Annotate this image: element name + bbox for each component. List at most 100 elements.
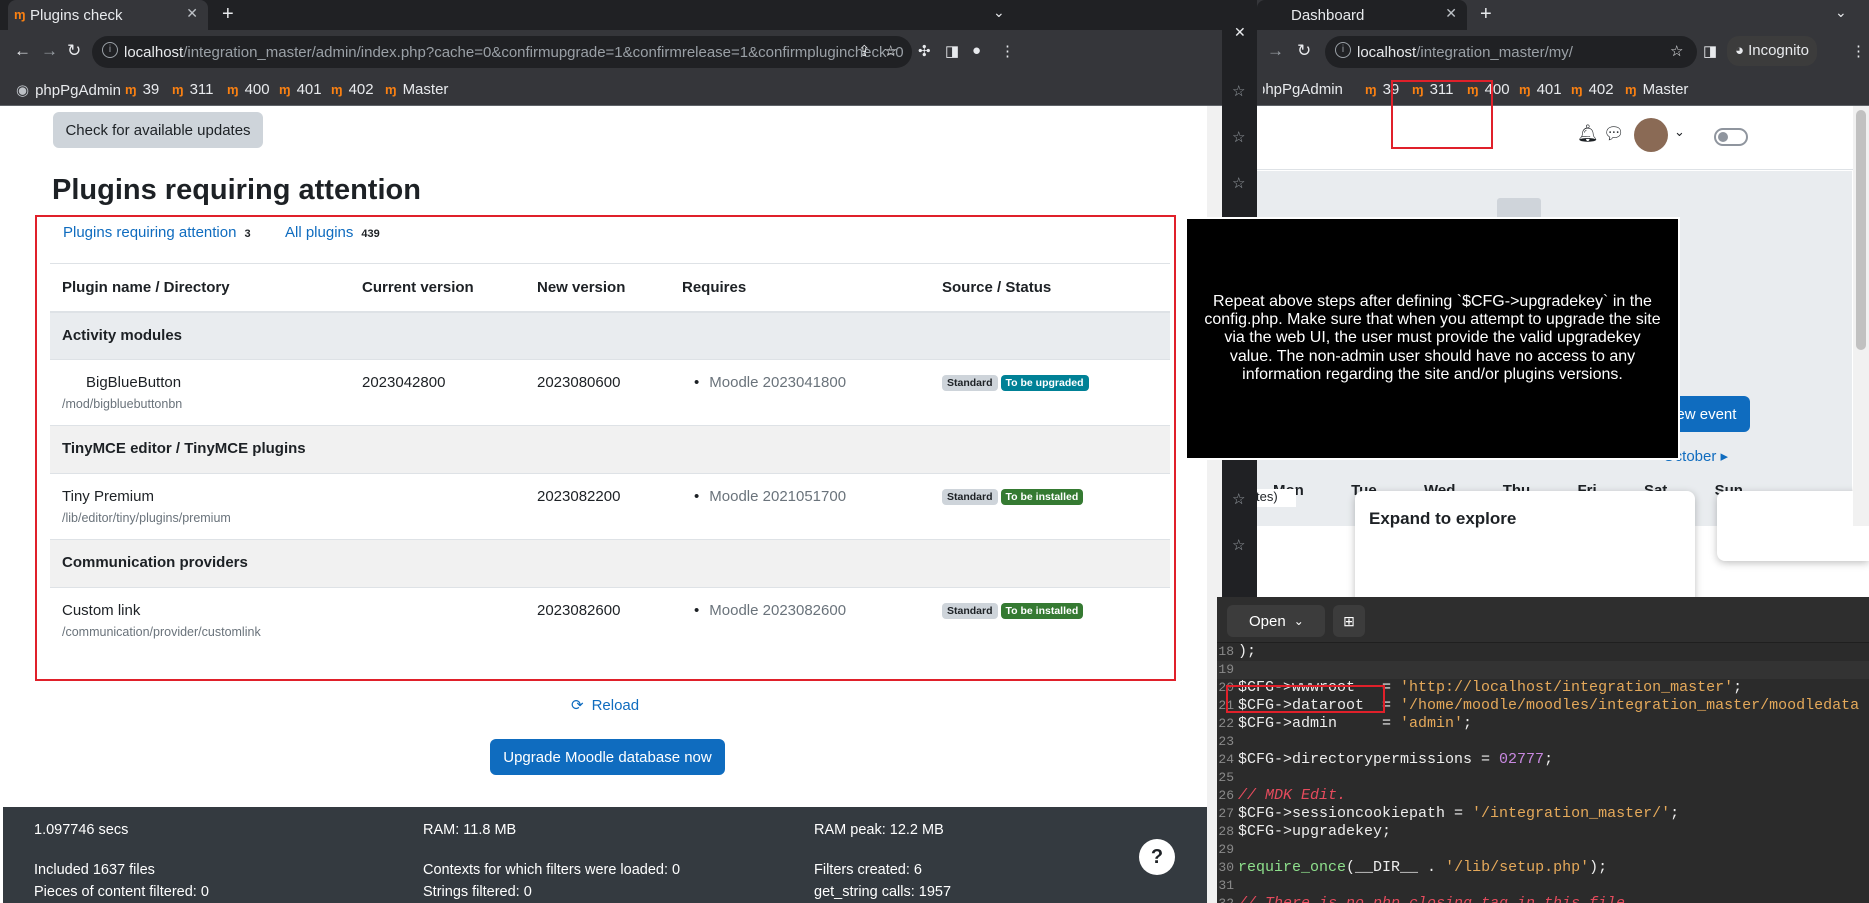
- star-icon[interactable]: ☆: [1232, 536, 1245, 554]
- messages-icon[interactable]: 💬︎: [1603, 124, 1625, 144]
- reload-icon[interactable]: ↻: [67, 41, 81, 61]
- moodle-icon: ɱ: [172, 82, 184, 97]
- url-host: localhost: [1357, 43, 1417, 61]
- bookmark-311[interactable]: ɱ 311: [172, 81, 213, 98]
- bookmark-402[interactable]: ɱ 402: [1571, 81, 1614, 98]
- requires-link[interactable]: Moodle 2023082600: [682, 602, 846, 619]
- tab-plugins-requiring-attention[interactable]: Plugins requiring attention 3: [63, 224, 251, 241]
- navigation-bar: ← → ↻ i localhost/integration_master/adm…: [0, 30, 1222, 74]
- moodle-icon: ɱ: [1519, 82, 1531, 97]
- star-icon[interactable]: ☆: [1232, 490, 1245, 508]
- extensions-icon[interactable]: ✣: [918, 42, 931, 60]
- partial-text: tes): [1257, 489, 1296, 507]
- incognito-badge[interactable]: ◕ Incognito: [1727, 36, 1817, 66]
- bookmarks-bar: phpPgAdmin ɱ 39 ɱ 311 ɱ 400 ɱ 401 ɱ 402 ɱ Mast…: [1257, 74, 1869, 106]
- source-badge: Standard: [942, 603, 998, 620]
- side-panel-icon[interactable]: ◨: [1703, 42, 1717, 60]
- current-version: [350, 473, 525, 540]
- site-info-icon[interactable]: i: [102, 42, 118, 58]
- tab-all-plugins[interactable]: All plugins 439: [285, 224, 380, 241]
- address-bar[interactable]: i localhost/integration_master/my/: [1325, 36, 1697, 68]
- column-header: Requires: [670, 263, 930, 313]
- close-tab-icon[interactable]: ✕: [186, 5, 198, 22]
- code-line: 19: [1217, 661, 1869, 679]
- requires-link[interactable]: Moodle 2023041800: [682, 374, 846, 391]
- elephant-icon: ◉: [16, 82, 30, 99]
- avatar[interactable]: [1634, 118, 1668, 152]
- bookmark-master[interactable]: ɱ Master: [1625, 81, 1688, 98]
- bookmark-401[interactable]: ɱ 401: [1519, 81, 1562, 98]
- drawer-tab[interactable]: [1717, 491, 1869, 561]
- bookmark-39[interactable]: ɱ 39: [125, 81, 159, 98]
- new-document-button[interactable]: ⊞: [1333, 605, 1365, 637]
- dashboard-scrollbar[interactable]: [1853, 106, 1869, 526]
- code-area[interactable]: 18); 19 20 $CFG->wwwroot = 'http://localh…: [1217, 643, 1869, 903]
- bookmark-402[interactable]: ɱ 402: [331, 81, 374, 98]
- moodle-icon: ɱ: [125, 82, 137, 97]
- plugin-directory: /communication/provider/customlink: [62, 625, 261, 639]
- bookmark-phppgadmin[interactable]: phpPgAdmin: [1263, 81, 1343, 98]
- left-browser-window: ɱ Plugins check ✕ + ⌄ ← → ↻ i localhost /…: [0, 0, 1222, 903]
- menu-icon[interactable]: ⋮: [1851, 42, 1866, 60]
- new-tab-icon[interactable]: +: [222, 3, 234, 26]
- edit-mode-toggle[interactable]: [1714, 128, 1748, 146]
- forward-icon[interactable]: →: [1267, 41, 1284, 61]
- tour-title: Expand to explore: [1369, 509, 1517, 528]
- share-icon[interactable]: ⇪: [858, 42, 871, 60]
- new-tab-icon[interactable]: +: [1480, 3, 1492, 26]
- star-icon[interactable]: ☆: [1232, 128, 1245, 146]
- bookmark-star-icon[interactable]: ☆: [884, 42, 897, 60]
- close-tab-icon[interactable]: ✕: [1445, 5, 1457, 22]
- bookmarks-bar: ◉ phpPgAdmin ɱ 39 ɱ 311 ɱ 400 ɱ 401 ɱ 402 ɱ Mas…: [0, 74, 1222, 106]
- reload-icon[interactable]: ↻: [1297, 41, 1311, 61]
- group-name: Activity modules: [50, 311, 1170, 360]
- bookmark-master[interactable]: ɱ Master: [385, 81, 448, 98]
- bookmark-401[interactable]: ɱ 401: [279, 81, 322, 98]
- url-path: /integration_master/admin/index.php?cach…: [183, 43, 904, 61]
- tab-search-chevron-icon[interactable]: ⌄: [993, 4, 1005, 21]
- back-icon[interactable]: ←: [14, 41, 31, 61]
- help-button[interactable]: ?: [1139, 839, 1175, 875]
- bookmark-phppgadmin[interactable]: ◉ phpPgAdmin: [16, 81, 121, 99]
- moodle-icon: ɱ: [227, 82, 239, 97]
- profile-icon[interactable]: ●: [972, 42, 981, 59]
- code-line: 25: [1218, 770, 1234, 785]
- tab-plugins-check[interactable]: ɱ Plugins check ✕: [8, 0, 208, 30]
- instruction-text: Repeat above steps after defining `$CFG-…: [1204, 292, 1661, 384]
- star-icon[interactable]: ☆: [1232, 82, 1245, 100]
- tab-search-chevron-icon[interactable]: ⌄: [1835, 4, 1847, 21]
- forward-icon[interactable]: →: [41, 41, 58, 61]
- tab-dashboard[interactable]: Dashboard ✕: [1257, 0, 1467, 30]
- open-button[interactable]: Open ⌄: [1227, 605, 1325, 637]
- bookmark-star-icon[interactable]: ☆: [1670, 42, 1683, 60]
- check-updates-button[interactable]: Check for available updates: [53, 112, 263, 148]
- moodle-icon: ɱ: [279, 82, 291, 97]
- group-row: TinyMCE editor / TinyMCE plugins: [50, 425, 1170, 474]
- close-panel-icon[interactable]: ✕: [1234, 24, 1246, 41]
- group-row: Activity modules: [50, 311, 1170, 360]
- moodle-icon: ɱ: [331, 82, 343, 97]
- upgrade-database-button[interactable]: Upgrade Moodle database now: [490, 739, 725, 775]
- address-bar[interactable]: i localhost/integration_master/admin/ind…: [92, 36, 912, 68]
- plugin-name: BigBlueButton: [86, 374, 182, 391]
- footer-filters-created: Filters created: 6: [814, 862, 922, 878]
- current-version: 2023042800: [350, 359, 525, 426]
- user-menu-chevron-icon[interactable]: ⌄: [1674, 124, 1685, 140]
- status-badge: To be installed: [1000, 603, 1084, 620]
- annotation-highlight-box: [1226, 685, 1385, 713]
- footer-ram: RAM: 11.8 MB: [423, 822, 517, 838]
- menu-icon[interactable]: ⋮: [1000, 42, 1015, 60]
- bookmark-400[interactable]: ɱ 400: [227, 81, 270, 98]
- status-badge: To be installed: [1000, 489, 1084, 506]
- reload-link[interactable]: ⟳ Reload: [571, 696, 639, 714]
- notifications-bell-icon[interactable]: 🔔︎: [1577, 124, 1599, 144]
- table-header-row: Plugin name / Directory Current version …: [50, 263, 1170, 313]
- site-info-icon[interactable]: i: [1335, 42, 1351, 58]
- requires-link[interactable]: Moodle 2021051700: [682, 488, 846, 505]
- new-version: 2023082600: [525, 587, 670, 654]
- footer-contexts: Contexts for which filters were loaded: …: [423, 862, 681, 878]
- footer-time: 1.097746 secs: [34, 822, 129, 838]
- code-line: 23: [1218, 734, 1234, 749]
- star-icon[interactable]: ☆: [1232, 174, 1245, 192]
- side-panel-icon[interactable]: ◨: [945, 42, 959, 60]
